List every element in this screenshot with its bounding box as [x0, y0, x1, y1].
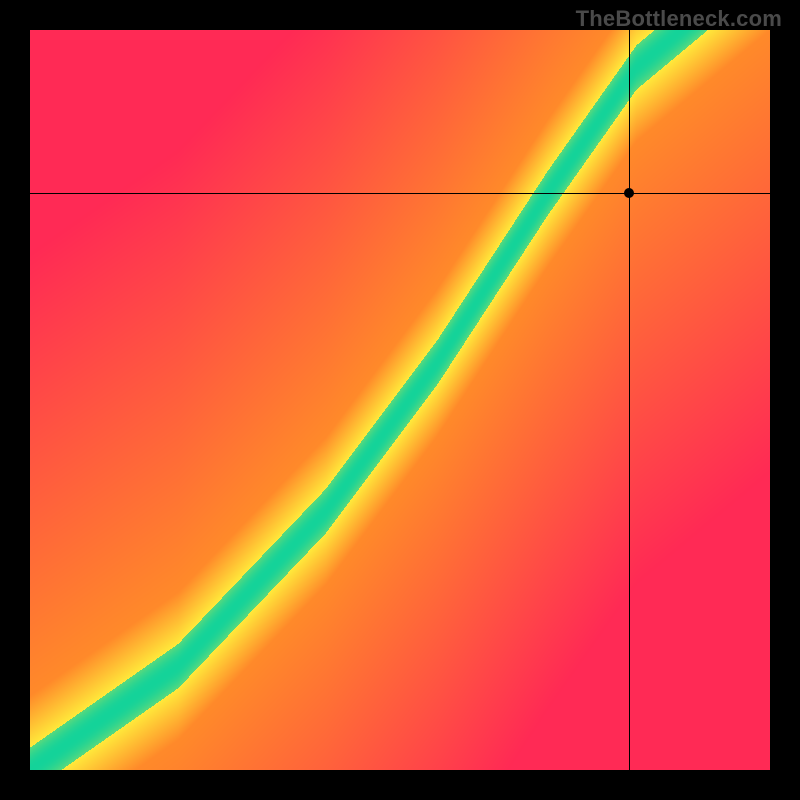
chart-frame: TheBottleneck.com: [0, 0, 800, 800]
crosshair-horizontal: [30, 193, 770, 194]
watermark-text: TheBottleneck.com: [576, 6, 782, 32]
heatmap-canvas: [30, 30, 770, 770]
heatmap-plot: [30, 30, 770, 770]
marker-dot: [624, 188, 634, 198]
crosshair-vertical: [629, 30, 630, 770]
